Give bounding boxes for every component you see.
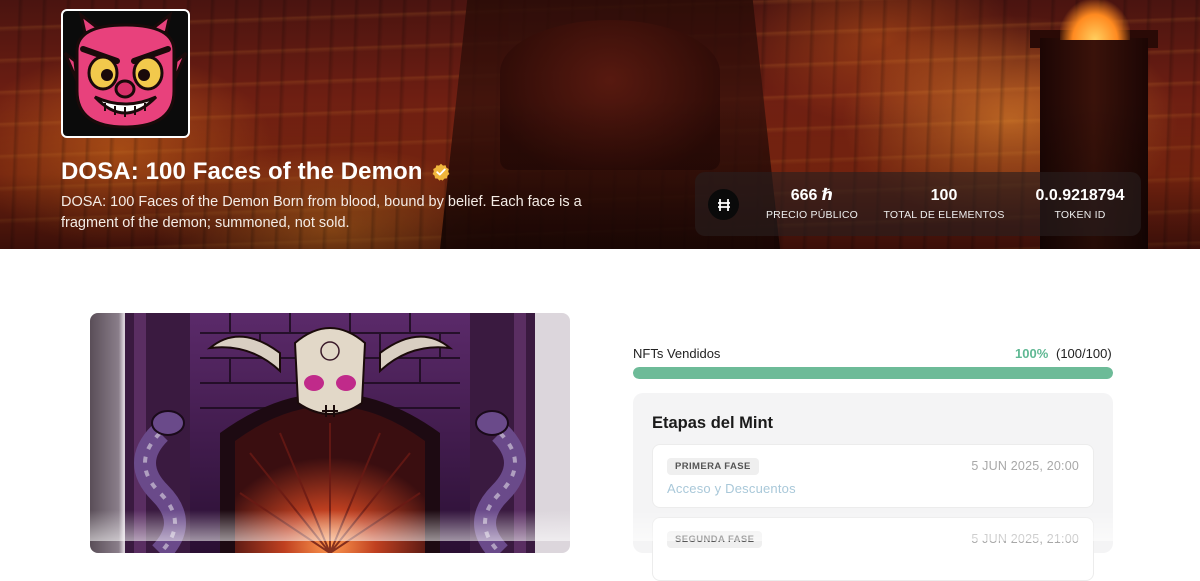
- mint-stages-title: Etapas del Mint: [652, 414, 774, 432]
- nfts-sold-label: NFTs Vendidos: [633, 346, 721, 361]
- phase-badge: PRIMERA FASE: [667, 458, 759, 475]
- phase-date: 5 JUN 2025, 21:00: [971, 532, 1079, 546]
- stat-total-value: 100: [930, 187, 958, 204]
- hbar-glyph-icon: [717, 198, 730, 211]
- mint-phase-card[interactable]: PRIMERA FASE 5 JUN 2025, 20:00 Acceso y …: [652, 444, 1094, 508]
- collection-artwork: [90, 313, 570, 553]
- mint-phase-card[interactable]: SEGUNDA FASE 5 JUN 2025, 21:00: [652, 517, 1094, 581]
- demon-throne-artwork-icon: [125, 313, 535, 553]
- nfts-sold-count: (100/100): [1056, 346, 1112, 361]
- phase-date: 5 JUN 2025, 20:00: [971, 459, 1079, 473]
- stat-total-label: TOTAL DE ELEMENTOS: [883, 209, 1005, 221]
- stat-total-items: 100 TOTAL DE ELEMENTOS: [875, 186, 1013, 221]
- stat-token-value: 0.0.9218794: [1035, 187, 1125, 204]
- phase-subtitle: Acceso y Descuentos: [667, 481, 796, 496]
- collection-banner: DOSA: 100 Faces of the Demon DOSA: 100 F…: [0, 0, 1200, 249]
- mint-stages-card: Etapas del Mint PRIMERA FASE 5 JUN 2025,…: [633, 393, 1113, 581]
- phase-badge: SEGUNDA FASE: [667, 531, 763, 548]
- demon-face-icon: [63, 11, 188, 129]
- collection-description: DOSA: 100 Faces of the Demon Born from b…: [61, 194, 582, 231]
- nfts-sold-progress-fill: [633, 367, 1113, 379]
- stat-public-price: 666 ℏ PRECIO PÚBLICO: [757, 186, 867, 221]
- verified-badge-icon: [432, 163, 449, 181]
- collection-title-text: DOSA: 100 Faces of the Demon: [61, 158, 423, 185]
- stat-token-id: 0.0.9218794 TOKEN ID: [1021, 186, 1139, 221]
- nfts-sold-percent: 100%: [1015, 346, 1049, 361]
- collection-title: DOSA: 100 Faces of the Demon: [61, 156, 450, 188]
- hbar-icon: [708, 189, 739, 220]
- collection-stats-panel: 666 ℏ PRECIO PÚBLICO 100 TOTAL DE ELEMEN…: [695, 172, 1141, 236]
- stat-price-label: PRECIO PÚBLICO: [765, 209, 859, 221]
- collection-avatar: [61, 9, 190, 138]
- stat-token-label: TOKEN ID: [1054, 209, 1106, 221]
- stat-price-value: 666 ℏ: [790, 187, 834, 204]
- nfts-sold-progress-bar: [633, 367, 1113, 379]
